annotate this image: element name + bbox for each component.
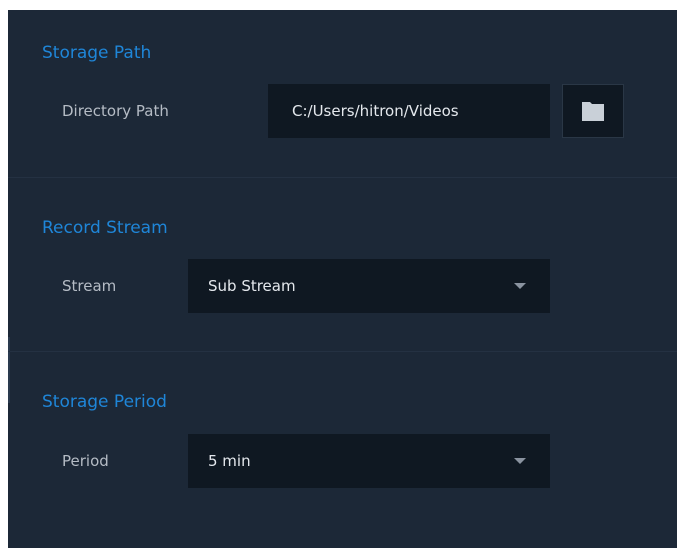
record-stream-section-title: Record Stream <box>42 218 168 238</box>
chevron-down-icon <box>514 458 526 464</box>
directory-path-label: Directory Path <box>62 102 169 120</box>
section-divider <box>8 177 677 178</box>
folder-icon <box>582 102 604 121</box>
period-selected-value: 5 min <box>208 452 251 470</box>
period-label: Period <box>62 452 109 470</box>
stream-dropdown[interactable]: Sub Stream <box>188 259 550 313</box>
chevron-down-icon <box>514 283 526 289</box>
panel-edge-marker <box>8 337 10 403</box>
period-dropdown[interactable]: 5 min <box>188 434 550 488</box>
stream-label: Stream <box>62 277 117 295</box>
browse-folder-button[interactable] <box>562 84 624 138</box>
storage-period-section-title: Storage Period <box>42 392 167 412</box>
stream-selected-value: Sub Stream <box>208 277 296 295</box>
directory-path-field[interactable]: C:/Users/hitron/Videos <box>268 84 550 138</box>
storage-path-section-title: Storage Path <box>42 43 152 63</box>
section-divider <box>8 351 677 352</box>
